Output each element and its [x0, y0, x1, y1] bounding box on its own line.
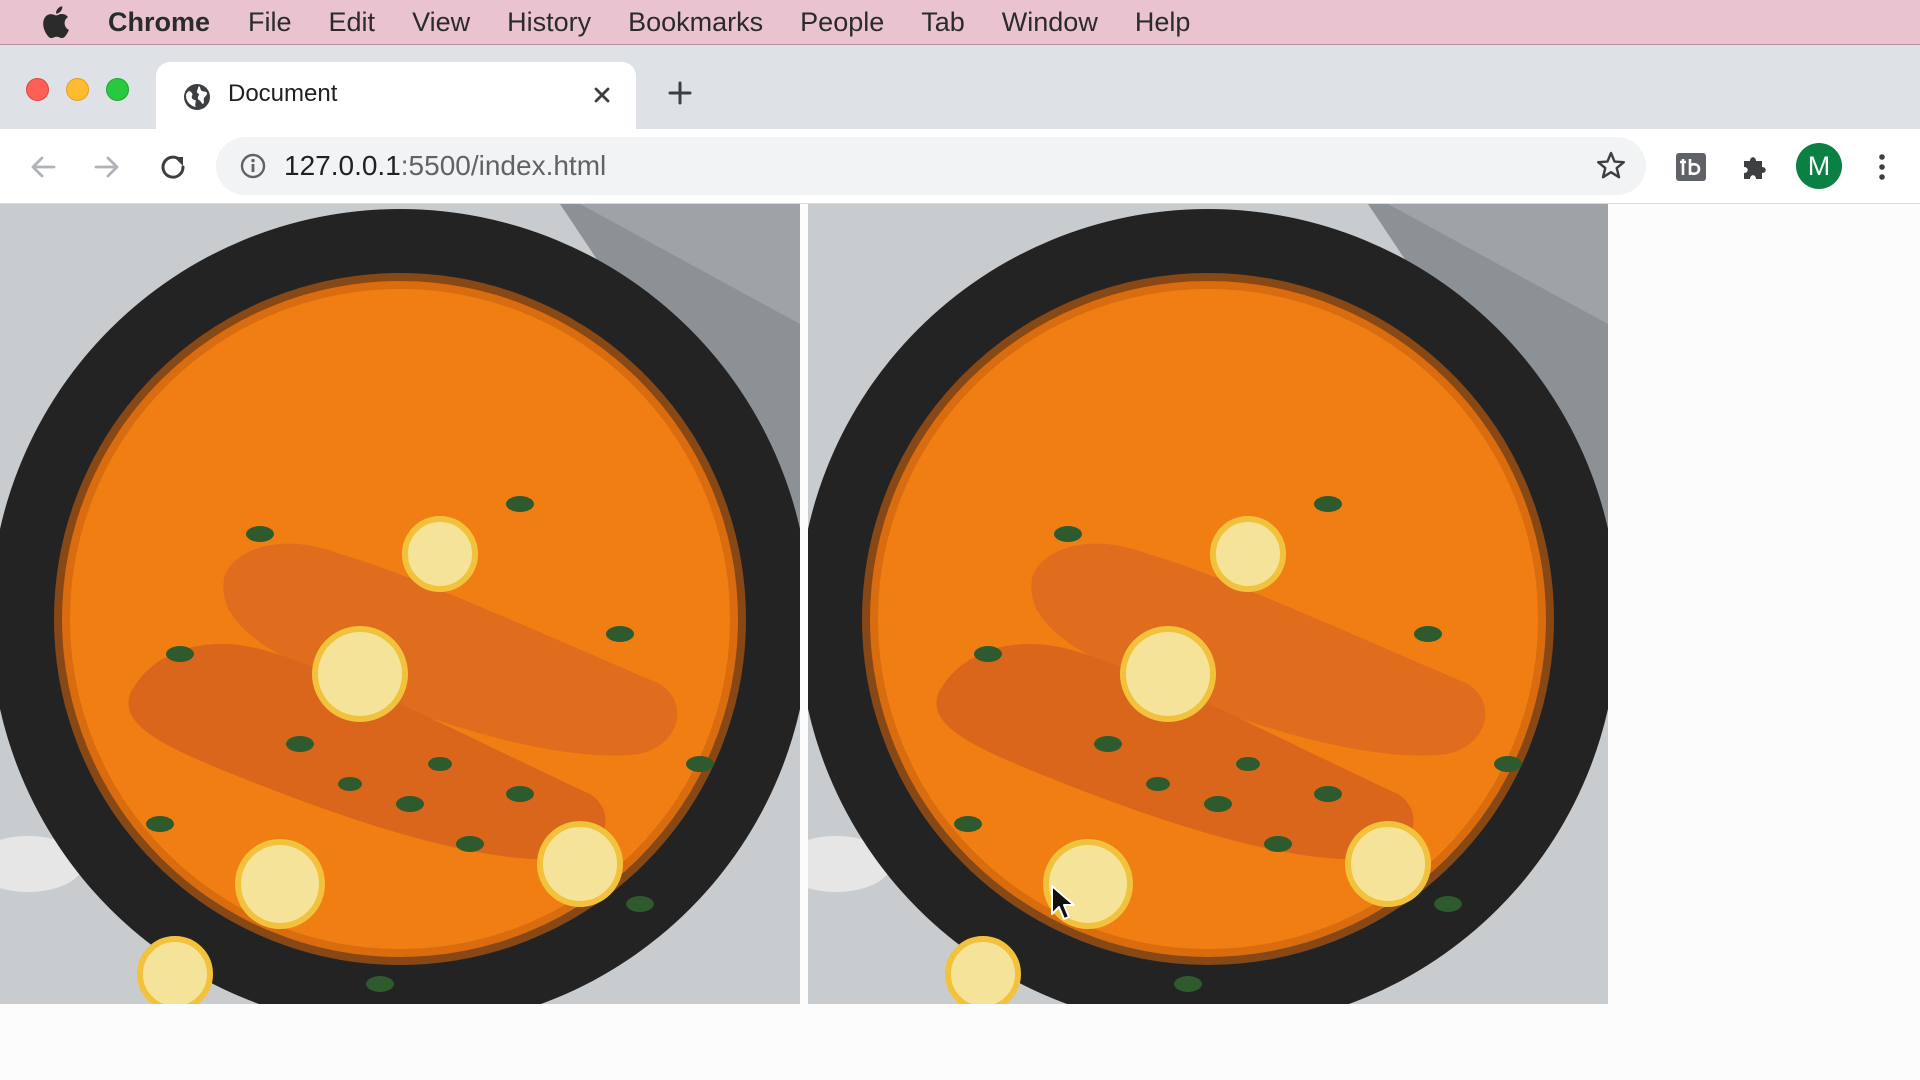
menu-history[interactable]: History: [507, 7, 591, 38]
site-info-icon[interactable]: [238, 151, 268, 181]
new-tab-button[interactable]: [664, 77, 696, 109]
food-image-1: [0, 204, 800, 1004]
tab-document[interactable]: Document: [156, 62, 636, 129]
apple-menu-icon[interactable]: [40, 5, 70, 39]
menu-app-chrome[interactable]: Chrome: [108, 7, 210, 38]
bookmark-star-icon[interactable]: [1594, 149, 1628, 183]
window-minimize-button[interactable]: [66, 78, 89, 101]
salmon-curry-photo: [0, 204, 800, 1004]
more-menu-icon[interactable]: [1864, 148, 1900, 186]
profile-avatar[interactable]: M: [1796, 143, 1842, 189]
tab-title: Document: [228, 80, 338, 107]
salmon-curry-photo: [808, 204, 1608, 1004]
tab-strip: Document: [0, 45, 1920, 129]
menu-view[interactable]: View: [412, 7, 470, 38]
back-arrow-icon[interactable]: [24, 148, 62, 186]
menu-window[interactable]: Window: [1002, 7, 1098, 38]
reload-icon[interactable]: [154, 148, 192, 186]
menu-bookmarks[interactable]: Bookmarks: [628, 7, 763, 38]
tab-close-icon[interactable]: [586, 79, 618, 111]
url-text[interactable]: 127.0.0.1:5500/index.html: [284, 150, 606, 182]
menu-people[interactable]: People: [800, 7, 884, 38]
tb-extension-icon[interactable]: [1672, 148, 1710, 186]
menu-help[interactable]: Help: [1135, 7, 1191, 38]
url-path: :5500/index.html: [400, 150, 607, 181]
window-zoom-button[interactable]: [106, 78, 129, 101]
extensions-puzzle-icon[interactable]: [1736, 148, 1774, 186]
page-viewport: [0, 204, 1920, 1080]
macos-menu-bar: Chrome File Edit View History Bookmarks …: [0, 0, 1920, 45]
menu-tab[interactable]: Tab: [921, 7, 965, 38]
forward-arrow-icon[interactable]: [88, 148, 126, 186]
browser-toolbar: 127.0.0.1:5500/index.html M: [0, 129, 1920, 204]
mouse-cursor-icon: [1050, 884, 1076, 922]
window-close-button[interactable]: [26, 78, 49, 101]
food-image-2: [808, 204, 1608, 1004]
menu-edit[interactable]: Edit: [329, 7, 376, 38]
address-bar[interactable]: 127.0.0.1:5500/index.html: [216, 137, 1646, 195]
globe-icon: [182, 82, 212, 112]
url-host: 127.0.0.1: [284, 150, 401, 181]
menu-file[interactable]: File: [248, 7, 292, 38]
